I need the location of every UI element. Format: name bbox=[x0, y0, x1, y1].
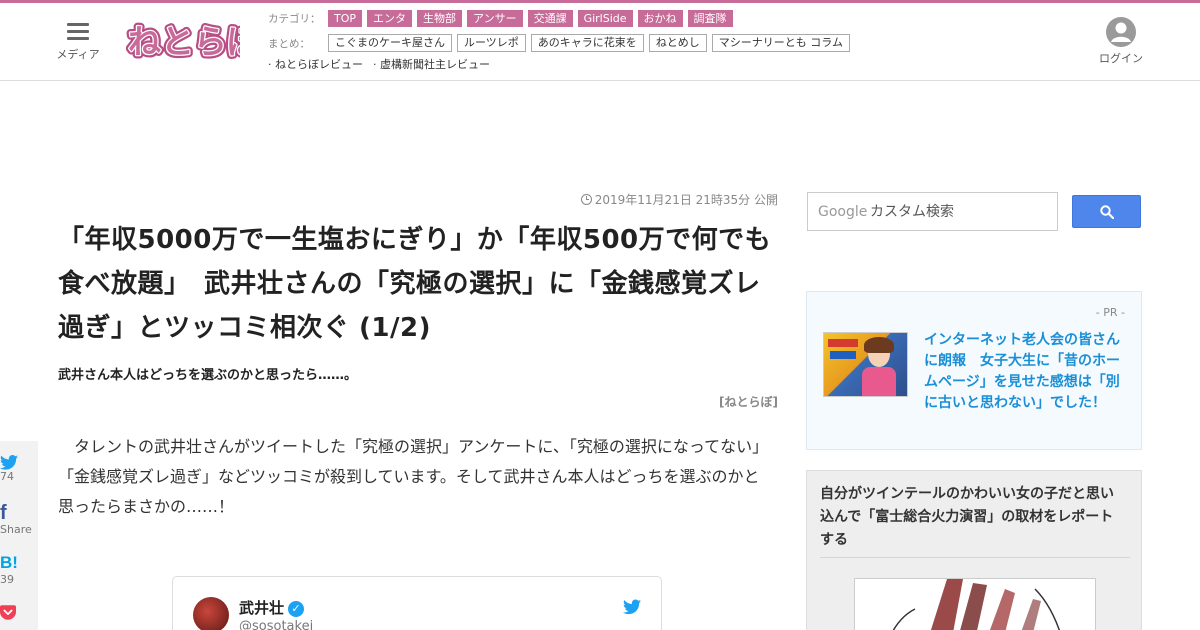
google-brand-label: Google bbox=[818, 204, 868, 220]
twitter-bird-icon[interactable] bbox=[623, 599, 641, 615]
summary-nav-label: まとめ： bbox=[268, 37, 310, 50]
tweet-author-name-text: 武井壮 bbox=[239, 599, 285, 617]
tweet-handle[interactable]: @sosotakei bbox=[239, 619, 313, 630]
review-link-kyoko-shinbun[interactable]: · 虚構新聞社主レビュー bbox=[373, 56, 490, 72]
related-article-link[interactable]: 自分がツインテールのかわいい女の子だと思い込んで「富士総合火力演習」の取材をレポ… bbox=[820, 483, 1125, 552]
category-nav: カテゴリ： TOP エンタ 生物部 アンサー 交通課 GirlSide おかね … bbox=[268, 8, 738, 28]
clock-icon bbox=[580, 194, 592, 205]
related-article-box: 自分がツインテールのかわいい女の子だと思い込んで「富士総合火力演習」の取材をレポ… bbox=[806, 470, 1142, 630]
pr-thumbnail[interactable] bbox=[823, 332, 908, 397]
article-title: 「年収5000万で一生塩おにぎり」か「年収500万で何でも食べ放題」 武井壮さん… bbox=[58, 225, 772, 343]
twitter-share-icon bbox=[0, 455, 18, 470]
category-girlside[interactable]: GirlSide bbox=[577, 9, 633, 27]
category-top[interactable]: TOP bbox=[328, 9, 363, 27]
pocket-icon bbox=[0, 605, 16, 620]
article-subtitle: 武井さん本人はどっちを選ぶのかと思ったら……。 bbox=[58, 368, 358, 383]
thumbnail-figure-hair bbox=[864, 337, 894, 353]
category-entertainment[interactable]: エンタ bbox=[367, 9, 413, 27]
hatena-bookmark-icon: B! bbox=[0, 553, 18, 572]
logo-mark: ねとらぼ ねとらぼ ねとらぼ bbox=[125, 19, 265, 65]
login-button[interactable]: ログイン bbox=[1098, 17, 1144, 66]
summary-machinery-column[interactable]: マシーナリーとも コラム bbox=[711, 34, 850, 52]
netorabo-logo[interactable]: ねとらぼ ねとらぼ ねとらぼ bbox=[125, 17, 265, 65]
review-link-netorabo[interactable]: · ねとらぼレビュー bbox=[268, 56, 363, 72]
thumbnail-subtitle-stripe bbox=[830, 351, 856, 359]
hatena-bookmark-count: 39 bbox=[0, 573, 14, 586]
share-bar: 74 f Share B! 39 bbox=[0, 441, 38, 630]
facebook-share-button[interactable]: f Share bbox=[0, 503, 38, 536]
tweet-author-name[interactable]: 武井壮 ✓ bbox=[239, 597, 305, 618]
twitter-share-button[interactable]: 74 bbox=[0, 455, 38, 483]
summary-character-bouquet[interactable]: あのキャラに花束を bbox=[530, 34, 644, 52]
thumbnail-figure-body bbox=[862, 367, 896, 396]
search-button[interactable] bbox=[1072, 195, 1141, 228]
logo-text: ねとらぼ bbox=[128, 22, 240, 61]
summary-roots-report[interactable]: ルーツレポ bbox=[457, 34, 526, 52]
category-biology[interactable]: 生物部 bbox=[417, 9, 463, 27]
article-body: タレントの武井壮さんがツイートした「究極の選択」アンケートに、「究極の選択になっ… bbox=[58, 437, 761, 516]
review-nav: · ねとらぼレビュー · 虚構新聞社主レビュー bbox=[268, 54, 500, 74]
category-investigation[interactable]: 調査隊 bbox=[687, 9, 733, 27]
pr-label: - PR - bbox=[1095, 306, 1125, 319]
hatena-bookmark-button[interactable]: B! 39 bbox=[0, 553, 38, 586]
search-icon bbox=[1100, 205, 1114, 219]
manga-illustration bbox=[855, 579, 1095, 630]
divider bbox=[820, 557, 1130, 558]
article-credit: [ねとらぼ] bbox=[719, 395, 778, 409]
ad-space bbox=[0, 82, 1200, 182]
media-menu-label: メディア bbox=[56, 48, 100, 61]
article: 2019年11月21日 21時35分 公開 「年収5000万で一生塩おにぎり」か… bbox=[58, 190, 778, 522]
summary-netomeshi[interactable]: ねとめし bbox=[648, 34, 707, 52]
pr-box: - PR - インターネット老人会の皆さんに朗報 女子大生に「昔のホームページ」… bbox=[806, 291, 1142, 450]
tweet-avatar[interactable] bbox=[193, 597, 229, 630]
login-label: ログイン bbox=[1099, 52, 1143, 65]
custom-search-box: Google bbox=[807, 192, 1058, 231]
publish-date-text: 2019年11月21日 21時35分 公開 bbox=[594, 193, 778, 207]
category-traffic[interactable]: 交通課 bbox=[527, 9, 573, 27]
category-answer[interactable]: アンサー bbox=[467, 9, 523, 27]
pocket-button[interactable] bbox=[0, 605, 38, 620]
thumbnail-title-stripe bbox=[828, 339, 858, 347]
custom-search-input[interactable] bbox=[870, 201, 1050, 223]
facebook-icon: f bbox=[0, 502, 7, 524]
related-article-image[interactable] bbox=[854, 578, 1096, 630]
twitter-share-count: 74 bbox=[0, 470, 14, 483]
pr-article-link[interactable]: インターネット老人会の皆さんに朗報 女子大生に「昔のホームページ」を見せた感想は… bbox=[924, 330, 1130, 414]
user-avatar-icon bbox=[1106, 17, 1136, 47]
summary-koguma-cake[interactable]: こぐまのケーキ屋さん bbox=[328, 34, 452, 52]
facebook-share-label: Share bbox=[0, 523, 32, 536]
media-menu-button[interactable]: メディア bbox=[56, 21, 100, 65]
hamburger-icon bbox=[67, 23, 89, 41]
summary-nav: まとめ： こぐまのケーキ屋さん ルーツレポ あのキャラに花束を ねとめし マシー… bbox=[268, 33, 855, 53]
site-header: メディア ねとらぼ ねとらぼ ねとらぼ カテゴリ： TOP エンタ 生物部 アン… bbox=[0, 3, 1200, 81]
publish-date: 2019年11月21日 21時35分 公開 bbox=[58, 190, 778, 210]
embedded-tweet[interactable]: 武井壮 ✓ @sosotakei bbox=[172, 576, 662, 630]
category-money[interactable]: おかね bbox=[637, 9, 683, 27]
verified-badge-icon: ✓ bbox=[288, 601, 305, 617]
category-nav-label: カテゴリ： bbox=[268, 12, 321, 25]
